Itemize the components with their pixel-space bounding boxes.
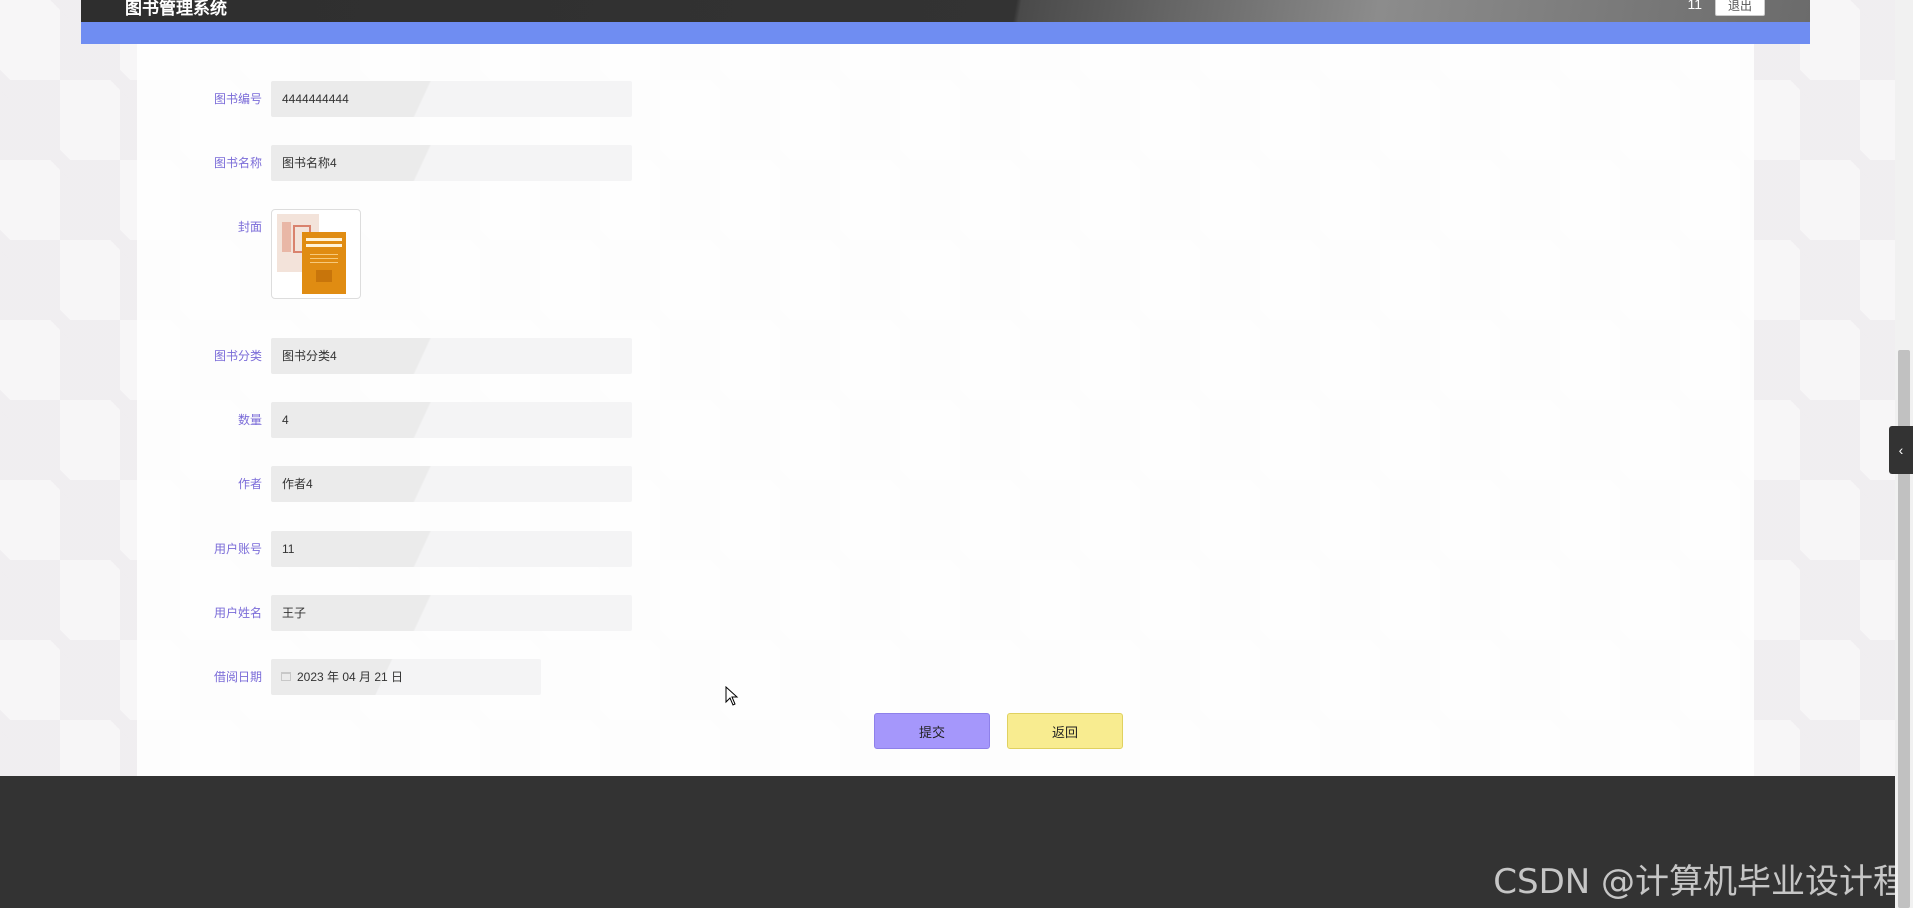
side-panel-toggle[interactable]: ‹ [1889,426,1913,474]
book-cover-illustration [277,214,346,294]
field-label: 用户账号 [213,542,262,556]
book-name-input[interactable]: 图书名称4 [271,145,632,181]
calendar-icon [281,672,291,682]
top-navbar: 图书管理系统 11 退出 [81,0,1810,22]
borrow-date-value: 2023 年 04 月 21 日 [297,670,404,684]
back-button[interactable]: 返回 [1007,713,1123,749]
cover-image[interactable] [271,209,361,299]
current-user-name: 11 [1687,0,1702,12]
field-label: 作者 [237,477,262,491]
user-account-input[interactable]: 11 [271,531,632,567]
field-cover: 封面 [137,209,937,301]
field-label: 用户姓名 [213,606,262,620]
page-footer: CSDN @计算机毕业设计程 [0,776,1913,908]
user-name-input[interactable]: 王子 [271,595,632,631]
field-user-account: 用户账号 11 [137,531,937,567]
borrow-date-picker[interactable]: 2023 年 04 月 21 日 [271,659,541,695]
field-book-name: 图书名称 图书名称4 [137,145,937,181]
book-category-input[interactable]: 图书分类4 [271,338,632,374]
csdn-watermark: CSDN @计算机毕业设计程 [1493,862,1907,902]
book-id-input[interactable]: 4444444444 [271,81,632,117]
field-user-name: 用户姓名 王子 [137,595,937,631]
field-label: 图书名称 [213,156,262,170]
field-quantity: 数量 4 [137,402,937,438]
field-book-id: 图书编号 4444444444 [137,81,937,117]
field-borrow-date: 借阅日期 2023 年 04 月 21 日 [137,659,937,695]
chevron-left-icon: ‹ [1898,442,1904,458]
submit-button[interactable]: 提交 [874,713,990,749]
field-label: 封面 [237,220,262,234]
field-label: 数量 [237,413,262,427]
book-borrow-form: 图书编号 4444444444 图书名称 图书名称4 封面 图书分类 图书分类4 [137,44,1754,776]
field-author: 作者 作者4 [137,466,937,502]
field-label: 图书分类 [213,349,262,363]
page-header-band [81,22,1810,44]
author-input[interactable]: 作者4 [271,466,632,502]
cursor-icon [725,686,739,706]
quantity-input[interactable]: 4 [271,402,632,438]
system-title: 图书管理系统 [125,0,227,18]
field-label: 图书编号 [213,92,262,106]
field-label: 借阅日期 [213,670,262,684]
field-book-category: 图书分类 图书分类4 [137,338,937,374]
logout-button[interactable]: 退出 [1715,0,1765,16]
